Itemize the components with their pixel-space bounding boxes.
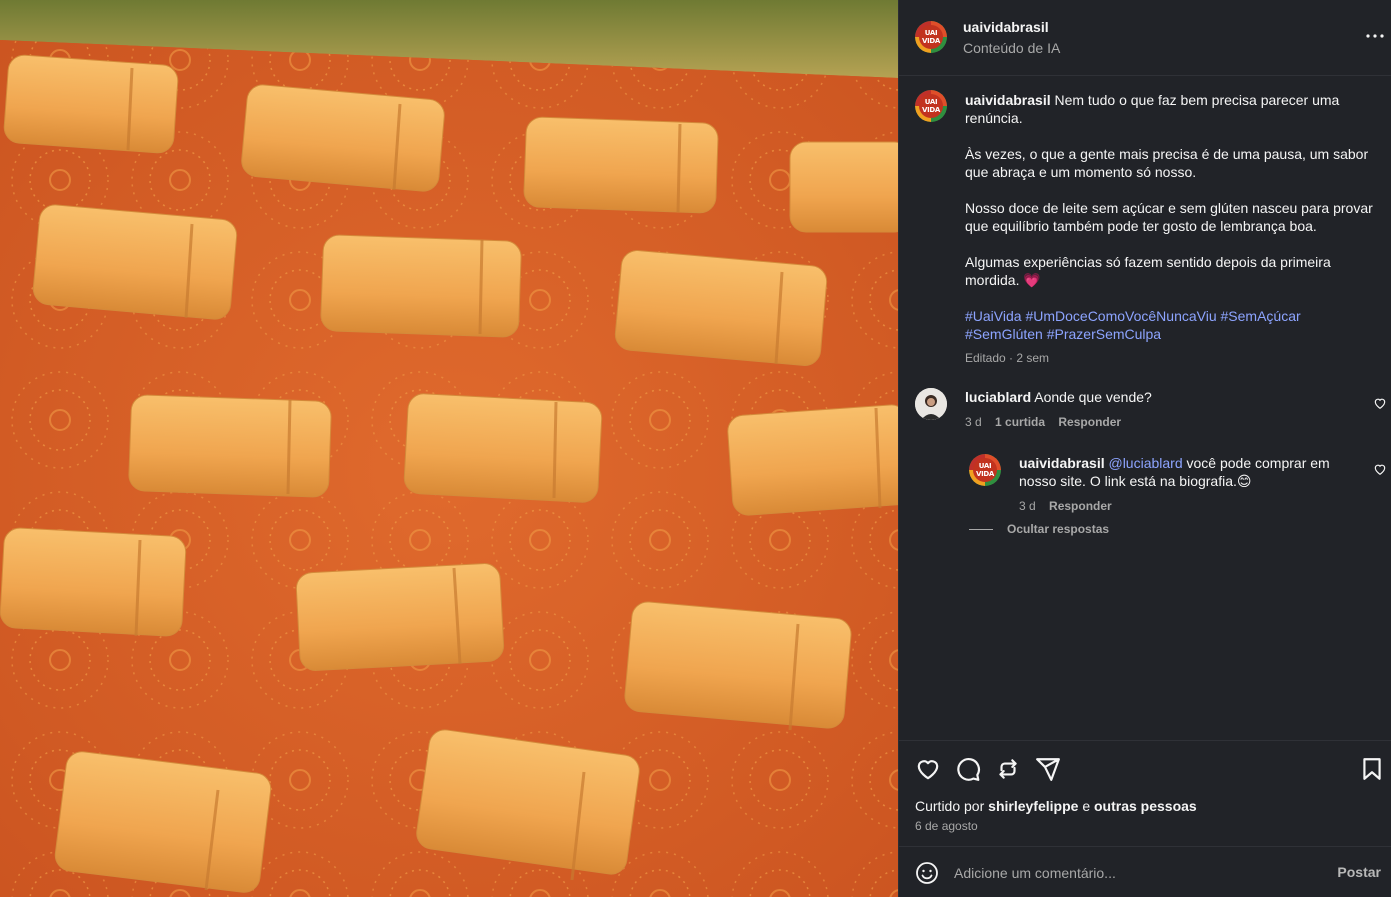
reply-reply-button[interactable]: Responder	[1049, 499, 1112, 513]
author-name[interactable]: uaividabrasil	[963, 19, 1049, 35]
post-header: UAI VIDA uaividabrasil Conteúdo de IA	[899, 0, 1391, 76]
caption-p4: Algumas experiências só fazem sentido de…	[965, 254, 1331, 288]
post-date[interactable]: 6 de agosto	[915, 819, 978, 833]
post-side-panel: UAI VIDA uaividabrasil Conteúdo de IA UAI…	[898, 0, 1391, 897]
comment-icon[interactable]	[955, 756, 981, 782]
post-actions: Curtido por shirleyfelippe e outras pess…	[899, 740, 1391, 846]
comment-likes[interactable]: 1 curtida	[995, 415, 1045, 429]
more-icon[interactable]	[1363, 24, 1387, 48]
emoji-icon[interactable]	[915, 861, 939, 885]
post-image[interactable]	[0, 0, 898, 897]
post-comment-button[interactable]: Postar	[1337, 864, 1381, 880]
author-avatar[interactable]: UAI VIDA	[915, 21, 947, 53]
likes-summary[interactable]: Curtido por shirleyfelippe e outras pess…	[915, 798, 1197, 814]
comment-text: Aonde que vende?	[1034, 389, 1152, 405]
reply-time[interactable]: 3 d	[1019, 499, 1036, 513]
comment-input[interactable]	[954, 861, 1314, 885]
reply-avatar[interactable]: UAI VIDA	[969, 454, 1001, 486]
caption-p3: Nosso doce de leite sem açúcar e sem glú…	[965, 200, 1373, 234]
heart-icon[interactable]	[1373, 462, 1387, 476]
caption-edited: Editado · 2 sem	[965, 351, 1050, 365]
post-caption: uaividabrasil Nem tudo o que faz bem pre…	[965, 91, 1375, 367]
smile-emoji: 😊	[1236, 473, 1252, 489]
caption-author[interactable]: uaividabrasil	[965, 92, 1051, 108]
post-dialog: UAI VIDA uaividabrasil Conteúdo de IA UAI…	[0, 0, 1391, 897]
bookmark-icon[interactable]	[1359, 756, 1385, 782]
comment-time[interactable]: 3 d	[965, 415, 982, 429]
heart-icon[interactable]	[1373, 396, 1387, 410]
reply-author[interactable]: uaividabrasil	[1019, 455, 1105, 471]
comment-composer: Postar	[899, 846, 1391, 897]
commenter-avatar[interactable]	[915, 388, 947, 420]
caption-avatar[interactable]: UAI VIDA	[915, 90, 947, 122]
heart-icon[interactable]	[915, 756, 941, 782]
comment-author[interactable]: luciablard	[965, 389, 1031, 405]
comment-reply-button[interactable]: Responder	[1058, 415, 1121, 429]
share-icon[interactable]	[995, 756, 1021, 782]
liked-by-others[interactable]: outras pessoas	[1094, 798, 1197, 814]
send-icon[interactable]	[1035, 756, 1061, 782]
liked-by-user[interactable]: shirleyfelippe	[988, 798, 1078, 814]
candy-photo	[0, 0, 898, 897]
heart-emoji: 💗	[1023, 272, 1041, 288]
caption-hashtags[interactable]: #UaiVida #UmDoceComoVocêNuncaViu #SemAçú…	[965, 307, 1375, 343]
reply-mention[interactable]: @luciablard	[1108, 455, 1182, 471]
caption-p2: Às vezes, o que a gente mais precisa é d…	[965, 146, 1369, 180]
hide-replies-button[interactable]: Ocultar respostas	[969, 522, 1109, 536]
ai-content-label[interactable]: Conteúdo de IA	[963, 40, 1060, 56]
